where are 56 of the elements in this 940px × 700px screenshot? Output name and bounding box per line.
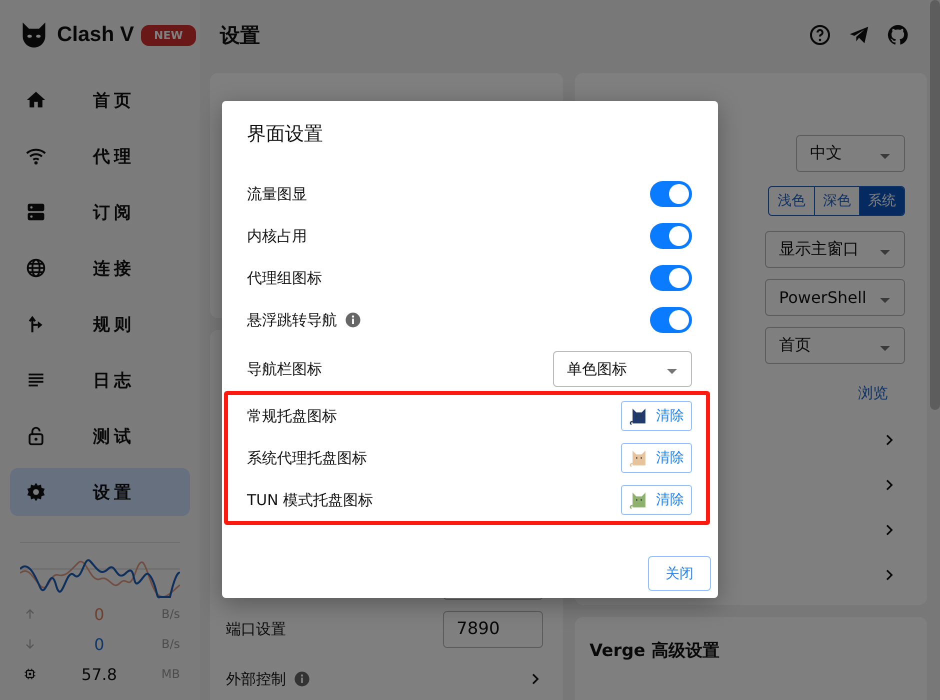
close-button[interactable]: 关闭	[648, 556, 711, 591]
theme-option[interactable]: 浅色	[769, 187, 814, 215]
app-name: Clash V	[57, 23, 134, 47]
input-field[interactable]: 7890	[442, 610, 542, 648]
nav-item[interactable]: 订阅	[10, 188, 190, 236]
dropdown[interactable]: 中文	[796, 134, 905, 172]
caret-icon	[880, 346, 890, 350]
new-badge: NEW	[141, 25, 196, 46]
traffic-value: 0	[93, 634, 106, 654]
server-icon	[25, 201, 47, 223]
settings-icon	[25, 481, 47, 503]
globe-icon	[25, 257, 47, 279]
setting-label: 外部控制	[226, 670, 286, 688]
caret-icon	[880, 154, 890, 158]
github-icon[interactable]	[886, 23, 910, 47]
send-icon[interactable]	[848, 24, 870, 46]
dialog-title: 界面设置	[247, 122, 324, 147]
clear-button[interactable]: 清除	[621, 443, 692, 473]
clear-button[interactable]: 清除	[621, 401, 692, 431]
nav-item[interactable]: 连接	[10, 244, 190, 292]
setting-label: 流量图显	[247, 184, 307, 204]
setting-label: 内核占用	[247, 226, 307, 246]
toggle-switch[interactable]	[650, 307, 692, 333]
traffic-value: 57.8	[80, 664, 118, 684]
setting-label: 常规托盘图标	[247, 406, 337, 426]
dropdown[interactable]: 显示主窗口	[765, 230, 905, 268]
setting-label: 系统代理托盘图标	[247, 448, 367, 468]
setting-label: 悬浮跳转导航	[247, 310, 337, 330]
card-title: Verge 高级设置	[590, 640, 720, 662]
clear-button[interactable]: 清除	[621, 485, 692, 515]
nav-item[interactable]: 代理	[10, 132, 190, 180]
toggle-switch[interactable]	[650, 181, 692, 207]
setting-label: 端口设置	[226, 620, 286, 638]
caret-icon	[880, 298, 890, 302]
nav-item[interactable]: 首页	[10, 76, 190, 124]
theme-option[interactable]: 系统	[859, 187, 904, 215]
setting-label: 导航栏图标	[247, 360, 322, 378]
chip-icon	[23, 667, 37, 681]
page-title: 设置	[220, 22, 260, 48]
toggle-switch[interactable]	[650, 223, 692, 249]
nav-item[interactable]: 设置	[10, 468, 190, 516]
dropdown[interactable]: 单色图标	[553, 351, 692, 387]
toggle-switch[interactable]	[650, 265, 692, 291]
nav-item[interactable]: 日志	[10, 356, 190, 404]
help-icon[interactable]	[808, 23, 832, 47]
browse-link[interactable]: 浏览	[858, 384, 888, 402]
setting-label: 代理组图标	[247, 268, 322, 288]
nav-item[interactable]: 规则	[10, 300, 190, 348]
setting-label: TUN 模式托盘图标	[247, 490, 374, 510]
caret-icon	[880, 250, 890, 254]
caret-icon	[667, 369, 677, 374]
nav-item[interactable]: 测试	[10, 412, 190, 460]
dropdown[interactable]: PowerShell	[765, 278, 905, 316]
dropdown[interactable]: 首页	[765, 326, 905, 364]
traffic-value: 0	[93, 604, 106, 624]
scrollbar-thumb[interactable]	[930, 0, 940, 410]
